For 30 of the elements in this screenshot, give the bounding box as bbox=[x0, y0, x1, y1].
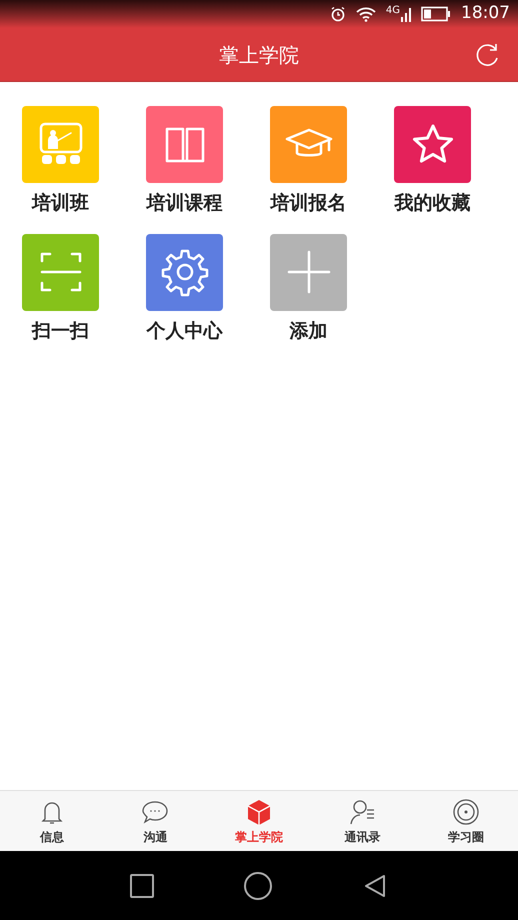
recent-apps-button[interactable] bbox=[130, 874, 154, 898]
wifi-icon bbox=[356, 6, 376, 22]
tile-label: 培训报名 bbox=[270, 191, 346, 216]
circle-target-icon bbox=[451, 796, 482, 826]
header-title: 掌上学院 bbox=[219, 42, 299, 68]
tile-label: 我的收藏 bbox=[394, 191, 470, 216]
tile-button[interactable] bbox=[146, 106, 223, 183]
tab[interactable]: 掌上学院 bbox=[207, 791, 311, 851]
tile-button[interactable] bbox=[270, 234, 347, 310]
battery-icon bbox=[421, 6, 451, 22]
back-button[interactable] bbox=[362, 872, 388, 898]
tile-button[interactable] bbox=[394, 106, 471, 183]
tile-label: 个人中心 bbox=[146, 318, 222, 344]
tile-button[interactable] bbox=[22, 234, 99, 310]
signal-icon bbox=[401, 6, 411, 22]
tile-label: 扫一扫 bbox=[32, 318, 89, 344]
tab[interactable]: 信息 bbox=[0, 791, 104, 851]
tile-button[interactable] bbox=[22, 106, 99, 183]
tile-label: 添加 bbox=[290, 318, 328, 344]
tile-button[interactable] bbox=[146, 234, 223, 310]
network-label: 4G bbox=[386, 6, 400, 16]
clock: 18:07 bbox=[461, 2, 510, 26]
tab[interactable]: 通讯录 bbox=[310, 791, 414, 851]
tab[interactable]: 学习圈 bbox=[414, 791, 518, 851]
tab[interactable]: 沟通 bbox=[104, 791, 208, 851]
tile-label: 培训班 bbox=[32, 191, 89, 216]
tile-button[interactable] bbox=[270, 106, 347, 183]
alarm-icon bbox=[330, 6, 346, 22]
home-button[interactable] bbox=[244, 872, 272, 900]
tile-label: 培训课程 bbox=[146, 191, 222, 216]
